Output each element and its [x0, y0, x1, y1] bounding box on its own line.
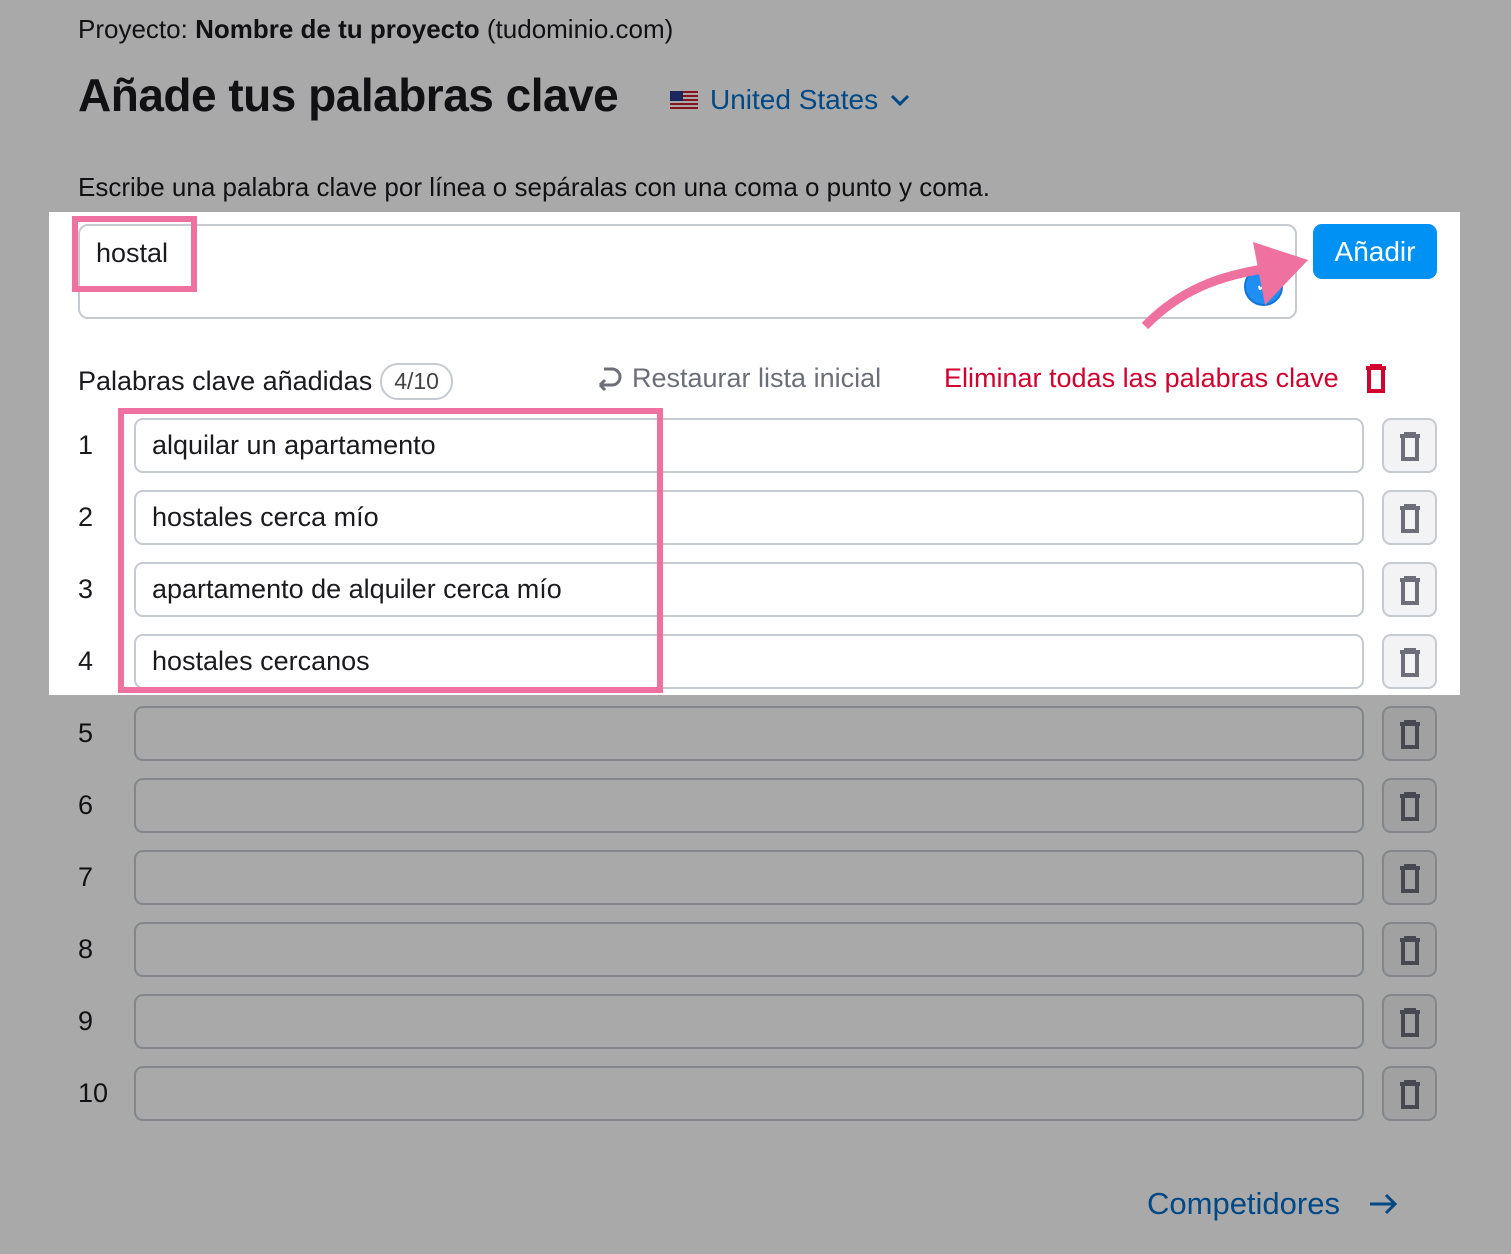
overlay [0, 212, 49, 695]
delete-all-label: Eliminar todas las palabras clave [944, 363, 1339, 393]
delete-keyword-button[interactable] [1382, 562, 1437, 617]
overlay [0, 695, 1511, 1254]
keyword-input[interactable]: hostal [78, 224, 1297, 319]
row-number: 3 [78, 574, 94, 604]
overlay [1460, 212, 1511, 695]
annotation-arrow-icon [1141, 242, 1308, 330]
trash-icon [1400, 432, 1420, 461]
count-badge: 4/10 [380, 363, 453, 400]
row-number: 4 [78, 646, 94, 676]
add-button[interactable]: Añadir [1313, 224, 1437, 279]
highlight-box [118, 408, 663, 693]
delete-all-button[interactable]: Eliminar todas las palabras clave [944, 363, 1387, 394]
delete-keyword-button[interactable] [1382, 634, 1437, 689]
highlight-box [72, 216, 197, 292]
trash-icon [1400, 648, 1420, 677]
restore-label: Restaurar lista inicial [632, 363, 882, 393]
trash-icon [1400, 504, 1420, 533]
delete-keyword-button[interactable] [1382, 418, 1437, 473]
restore-button[interactable]: Restaurar lista inicial [594, 363, 881, 394]
row-number: 1 [78, 430, 94, 460]
trash-icon [1400, 576, 1420, 605]
row-number: 2 [78, 502, 94, 532]
undo-icon [598, 367, 622, 391]
trash-icon [1365, 363, 1386, 393]
delete-keyword-button[interactable] [1382, 490, 1437, 545]
added-label: Palabras clave añadidas [78, 366, 373, 396]
added-keywords-header: Palabras clave añadidas 4/10 [78, 363, 453, 400]
overlay [0, 0, 1511, 212]
